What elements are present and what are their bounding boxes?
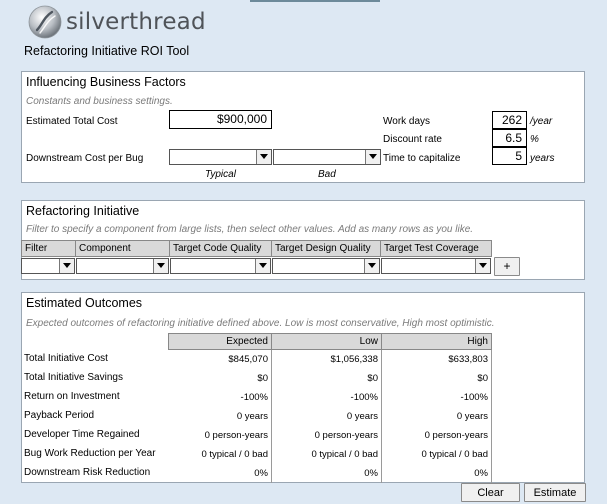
business-factors-title: Influencing Business Factors (26, 75, 186, 89)
work-days-unit: /year (530, 116, 553, 127)
work-days-field[interactable]: 262 (492, 111, 527, 129)
estimated-outcomes-subtitle: Expected outcomes of refactoring initiat… (26, 318, 495, 329)
column-header-target-design-quality: Target Design Quality (271, 240, 381, 257)
table-cell: $845,070 (228, 354, 268, 365)
chevron-down-icon[interactable] (475, 259, 490, 273)
brand-name: silverthread (66, 9, 206, 35)
estimated-total-cost-field[interactable]: $900,000 (169, 110, 272, 129)
bad-column-label: Bad (318, 169, 336, 180)
chevron-down-icon[interactable] (364, 259, 379, 273)
discount-rate-field[interactable]: 6.5 (492, 129, 527, 147)
table-cell: $633,803 (448, 354, 488, 365)
downstream-cost-bad-dropdown[interactable] (273, 149, 381, 165)
work-days-label: Work days (383, 116, 431, 127)
chevron-down-icon[interactable] (153, 259, 168, 273)
table-cell: $0 (367, 373, 378, 384)
table-cell: $0 (477, 373, 488, 384)
table-cell: 0% (254, 468, 268, 479)
downstream-cost-label: Downstream Cost per Bug (26, 153, 144, 164)
table-row-label: Total Initiative Cost (24, 353, 108, 364)
business-factors-subtitle: Constants and business settings. (26, 96, 173, 107)
table-cell: 0 years (236, 411, 268, 422)
clear-button[interactable]: Clear (461, 483, 520, 502)
discount-rate-unit: % (530, 134, 539, 145)
table-cell: -100% (350, 392, 378, 403)
table-cell: 0 years (456, 411, 488, 422)
chevron-down-icon[interactable] (256, 150, 271, 164)
target-test-coverage-dropdown[interactable] (381, 258, 491, 274)
target-code-quality-dropdown[interactable] (170, 258, 271, 274)
business-factors-panel: Influencing Business Factors Constants a… (21, 71, 585, 183)
table-cell: 0% (364, 468, 378, 479)
table-row-label: Payback Period (24, 410, 95, 421)
chevron-down-icon[interactable] (365, 150, 380, 164)
add-row-button[interactable]: + (494, 257, 520, 276)
low-column-divider (381, 350, 382, 483)
component-dropdown[interactable] (76, 258, 169, 274)
downstream-cost-typical-dropdown[interactable] (169, 149, 272, 165)
table-row-label: Return on Investment (24, 391, 120, 402)
window-top-accent (250, 0, 380, 2)
chevron-down-icon[interactable] (59, 259, 74, 273)
refactoring-initiative-title: Refactoring Initiative (26, 204, 140, 218)
typical-column-label: Typical (205, 169, 236, 180)
table-row-label: Bug Work Reduction per Year (24, 448, 156, 459)
chevron-down-icon[interactable] (255, 259, 270, 273)
table-cell: 0 person-years (424, 430, 488, 441)
column-header-target-test-coverage: Target Test Coverage (380, 240, 492, 257)
column-header-expected: Expected (168, 333, 272, 350)
high-column-divider (491, 350, 492, 483)
discount-rate-label: Discount rate (383, 134, 442, 145)
table-cell: 0 person-years (204, 430, 268, 441)
table-cell: 0 typical / 0 bad (311, 449, 378, 460)
column-header-target-code-quality: Target Code Quality (169, 240, 272, 257)
table-row-label: Developer Time Regained (24, 429, 140, 440)
time-to-capitalize-unit: years (530, 153, 555, 164)
refactoring-initiative-subtitle: Filter to specify a component from large… (26, 224, 474, 235)
time-to-capitalize-field[interactable]: 5 (492, 147, 527, 165)
column-header-filter: Filter (21, 240, 76, 257)
expected-column-divider (271, 350, 272, 483)
table-cell: $1,056,338 (330, 354, 378, 365)
table-row-label: Downstream Risk Reduction (24, 467, 151, 478)
table-cell: 0 years (346, 411, 378, 422)
column-header-high: High (381, 333, 492, 350)
estimate-button[interactable]: Estimate (524, 483, 586, 502)
table-cell: -100% (240, 392, 268, 403)
silverthread-logo-icon (28, 5, 62, 39)
table-cell: 0 person-years (314, 430, 378, 441)
brand-logo: silverthread (28, 4, 206, 40)
table-cell: 0% (474, 468, 488, 479)
column-header-component: Component (75, 240, 170, 257)
table-cell: $0 (257, 373, 268, 384)
filter-dropdown[interactable] (21, 258, 75, 274)
column-header-low: Low (271, 333, 382, 350)
page-title: Refactoring Initiative ROI Tool (24, 44, 190, 58)
table-row-label: Total Initiative Savings (24, 372, 123, 383)
target-design-quality-dropdown[interactable] (272, 258, 380, 274)
table-cell: 0 typical / 0 bad (421, 449, 488, 460)
table-cell: 0 typical / 0 bad (201, 449, 268, 460)
estimated-total-cost-label: Estimated Total Cost (26, 116, 118, 127)
time-to-capitalize-label: Time to capitalize (383, 153, 461, 164)
table-cell: -100% (460, 392, 488, 403)
estimated-outcomes-title: Estimated Outcomes (26, 296, 143, 310)
